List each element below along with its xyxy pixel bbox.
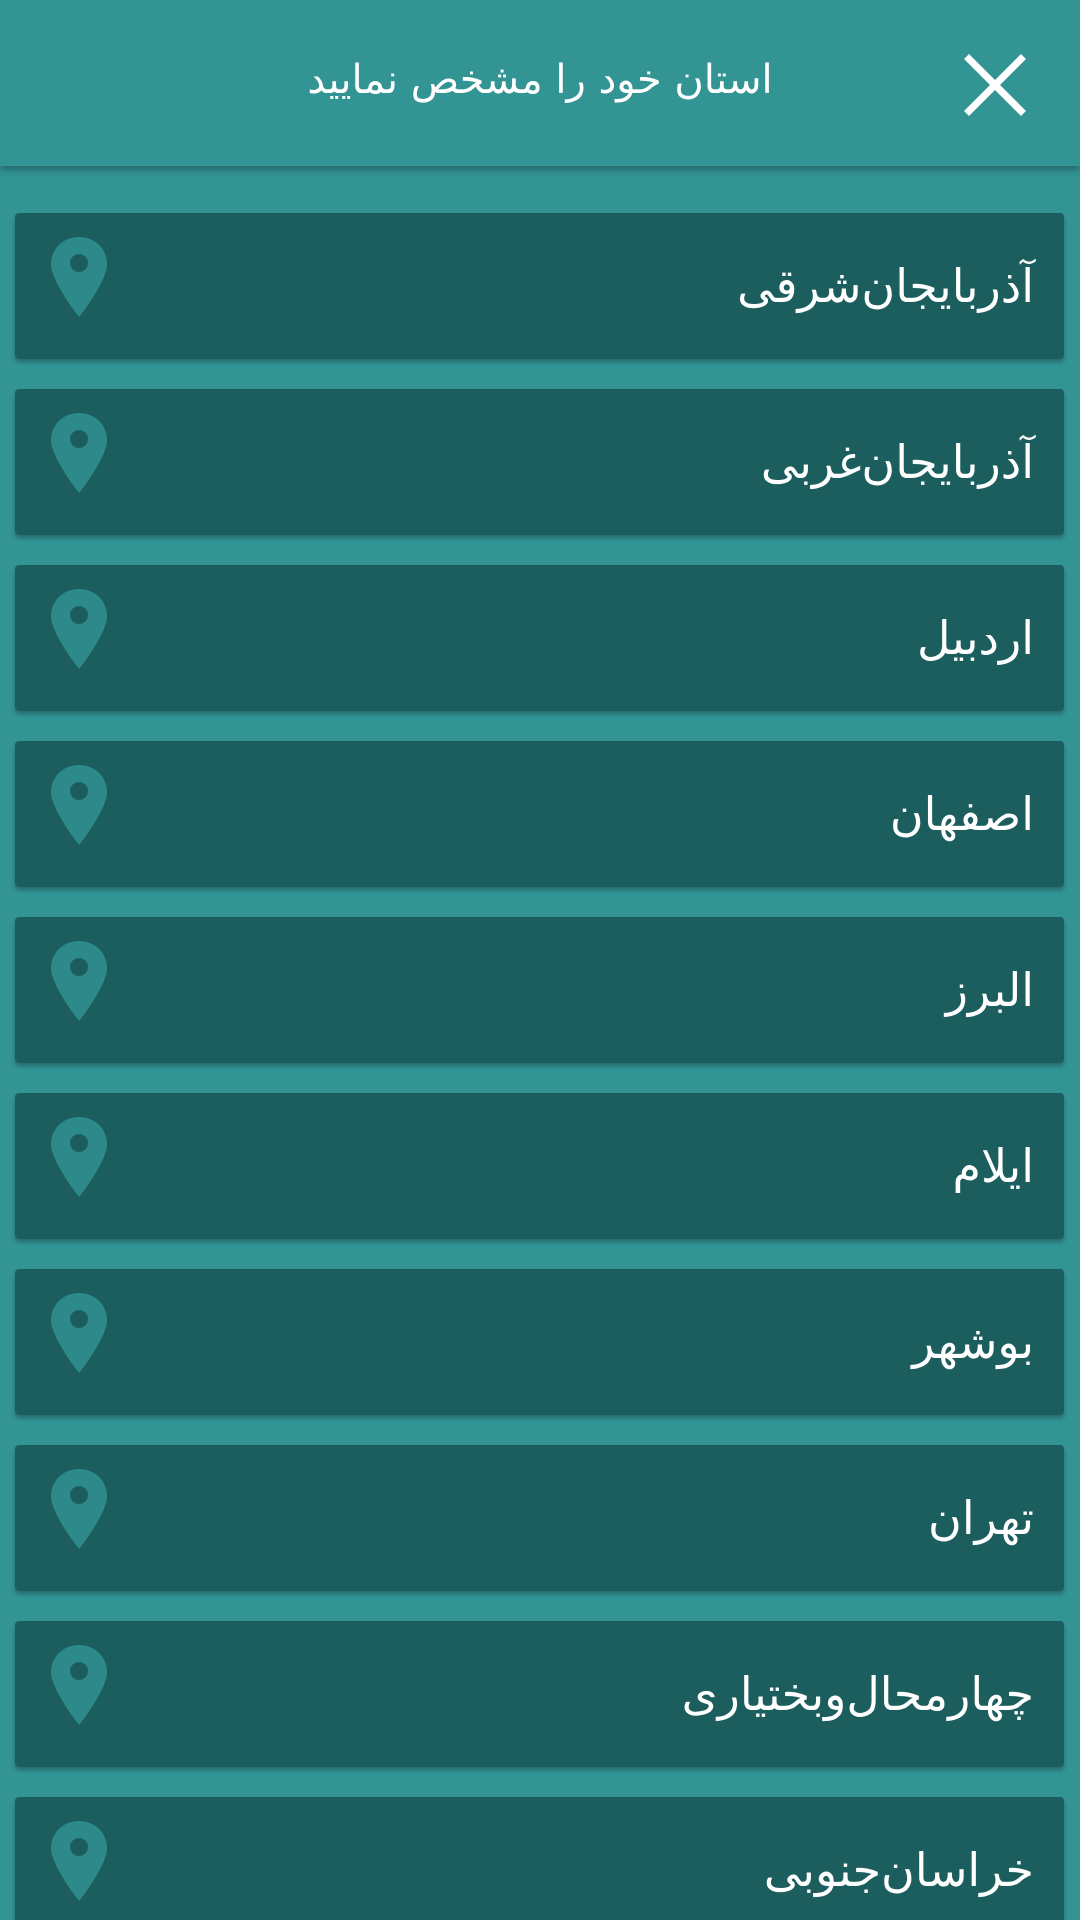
map-pin-icon xyxy=(49,587,109,671)
map-pin-icon xyxy=(49,1643,109,1727)
map-pin-icon xyxy=(49,939,109,1023)
province-item[interactable]: البرز xyxy=(15,917,1064,1063)
close-icon xyxy=(964,54,1026,116)
province-item[interactable]: تهران xyxy=(15,1445,1064,1591)
map-pin-icon xyxy=(49,1467,109,1551)
province-item[interactable]: چهارمحال‌وبختیاری xyxy=(15,1621,1064,1767)
province-item[interactable]: ایلام xyxy=(15,1093,1064,1239)
province-item[interactable]: بوشهر xyxy=(15,1269,1064,1415)
province-item[interactable]: اصفهان xyxy=(15,741,1064,887)
province-item[interactable]: اردبیل xyxy=(15,565,1064,711)
close-button[interactable] xyxy=(960,50,1030,120)
province-label: آذربایجان‌شرقی xyxy=(737,259,1034,313)
map-pin-icon xyxy=(49,235,109,319)
province-list: آذربایجان‌شرقی آذربایجان‌غربی اردبیل اصف… xyxy=(0,166,1080,1920)
province-item[interactable]: آذربایجان‌غربی xyxy=(15,389,1064,535)
province-label: البرز xyxy=(945,963,1034,1017)
province-label: آذربایجان‌غربی xyxy=(760,435,1034,489)
map-pin-icon xyxy=(49,1819,109,1903)
province-label: اصفهان xyxy=(889,787,1034,841)
province-label: بوشهر xyxy=(912,1315,1034,1369)
map-pin-icon xyxy=(49,411,109,495)
province-item[interactable]: خراسان‌جنوبی xyxy=(15,1797,1064,1920)
app-header: استان خود را مشخص نمایید xyxy=(0,0,1080,166)
province-label: خراسان‌جنوبی xyxy=(763,1843,1034,1897)
province-label: اردبیل xyxy=(917,611,1034,665)
map-pin-icon xyxy=(49,763,109,847)
map-pin-icon xyxy=(49,1291,109,1375)
page-title: استان خود را مشخص نمایید xyxy=(307,57,773,103)
province-label: ایلام xyxy=(952,1139,1034,1193)
province-label: تهران xyxy=(928,1491,1034,1545)
province-label: چهارمحال‌وبختیاری xyxy=(681,1667,1034,1721)
map-pin-icon xyxy=(49,1115,109,1199)
province-item[interactable]: آذربایجان‌شرقی xyxy=(15,213,1064,359)
